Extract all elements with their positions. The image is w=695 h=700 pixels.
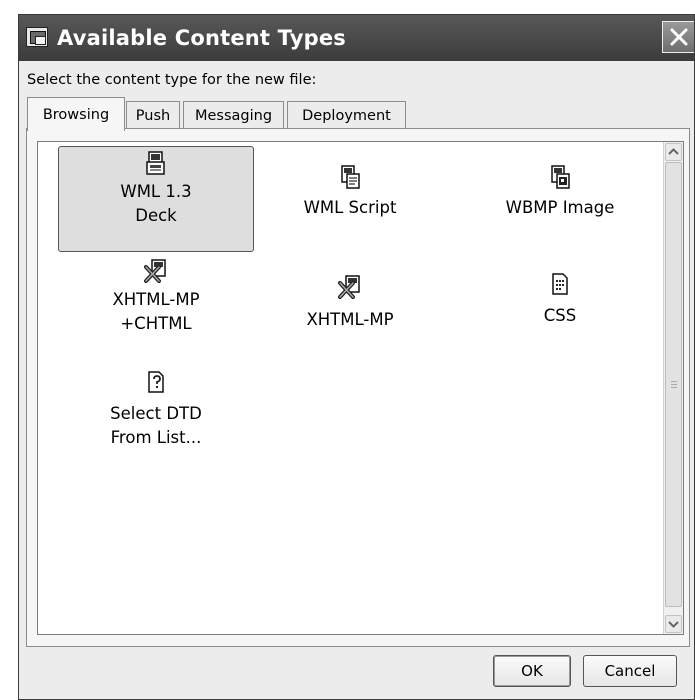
css-icon <box>552 273 568 295</box>
wbmp-image-icon <box>551 165 570 189</box>
dialog-title: Available Content Types <box>57 26 346 50</box>
vertical-scrollbar[interactable] <box>663 142 683 634</box>
ok-button[interactable]: OK <box>493 655 571 687</box>
item-label: CSS <box>543 306 577 325</box>
content-type-xhtml-mp[interactable]: XHTML-MP <box>250 274 450 332</box>
item-label: Select DTD From List... <box>110 404 202 447</box>
content-type-list[interactable]: WML 1.3 Deck WML Script WBMP Image XHTML… <box>37 141 684 635</box>
content-type-css[interactable]: CSS <box>460 272 660 328</box>
item-label: WBMP Image <box>505 198 615 217</box>
scroll-thumb[interactable] <box>665 162 682 607</box>
tab-browsing[interactable]: Browsing <box>27 97 125 131</box>
item-label: XHTML-MP +CHTML <box>112 290 200 333</box>
close-button[interactable] <box>662 21 694 53</box>
xhtml-mp-chtml-icon <box>144 259 166 283</box>
content-types-dialog: Available Content Types Select the conte… <box>18 14 695 700</box>
tab-deployment[interactable]: Deployment <box>287 101 406 129</box>
tab-panel-browsing: WML 1.3 Deck WML Script WBMP Image XHTML… <box>26 128 690 647</box>
title-bar[interactable]: Available Content Types <box>19 15 694 61</box>
item-label: XHTML-MP <box>306 310 394 329</box>
tab-push[interactable]: Push <box>126 101 180 129</box>
content-type-wml-deck[interactable]: WML 1.3 Deck <box>56 146 256 252</box>
scroll-down-button[interactable] <box>665 615 682 633</box>
content-type-xhtml-mp-chtml[interactable]: XHTML-MP +CHTML <box>56 258 256 336</box>
item-label: WML 1.3 Deck <box>120 182 192 225</box>
tab-messaging[interactable]: Messaging <box>183 101 284 129</box>
chevron-down-icon <box>668 621 679 628</box>
xhtml-mp-icon <box>338 275 360 299</box>
scroll-up-button[interactable] <box>665 143 682 161</box>
close-icon <box>670 28 688 46</box>
cancel-button[interactable]: Cancel <box>583 655 677 687</box>
instruction-text: Select the content type for the new file… <box>27 72 317 88</box>
wml-script-icon <box>341 165 360 189</box>
select-dtd-icon <box>148 371 164 393</box>
content-type-wml-script[interactable]: WML Script <box>250 164 450 220</box>
content-type-wbmp-image[interactable]: WBMP Image <box>460 164 660 220</box>
chevron-up-icon <box>668 148 679 155</box>
item-label: WML Script <box>303 198 397 217</box>
wml-deck-icon <box>146 151 165 175</box>
app-window-icon <box>26 27 48 47</box>
content-type-select-dtd[interactable]: Select DTD From List... <box>56 370 256 450</box>
